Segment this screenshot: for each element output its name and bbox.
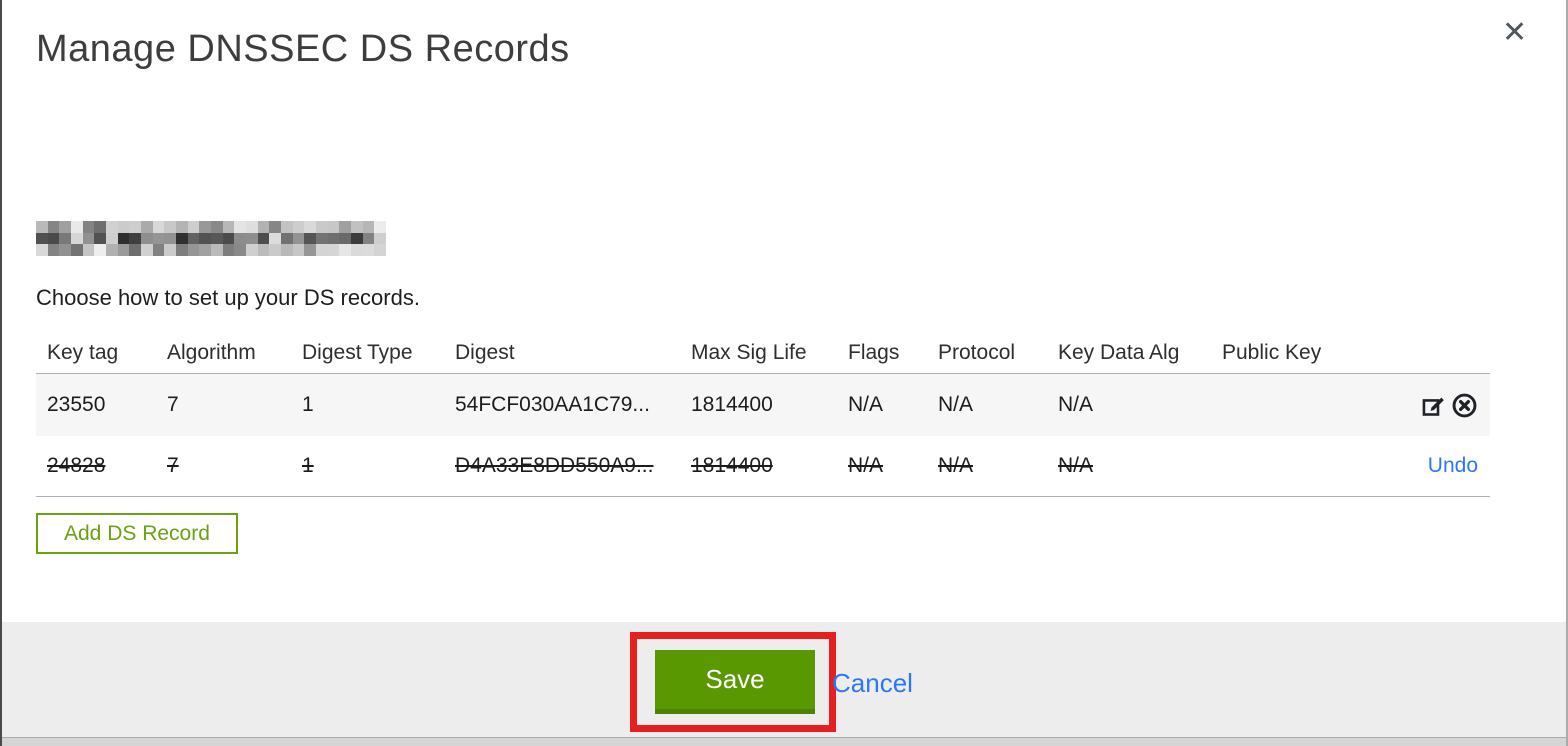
cell-algorithm: 7 bbox=[167, 393, 179, 416]
cell-max-sig-life: 1814400 bbox=[691, 393, 773, 416]
cell-algorithm: 7 bbox=[167, 454, 179, 477]
cell-digest: D4A33E8DD550A9... bbox=[455, 454, 654, 477]
table-row: 23550 7 1 54FCF030AA1C79... 1814400 N/A … bbox=[36, 373, 1490, 436]
col-max-sig-life: Max Sig Life bbox=[691, 340, 807, 364]
save-button[interactable]: Save bbox=[655, 650, 815, 714]
cell-flags: N/A bbox=[848, 393, 884, 416]
instruction-text: Choose how to set up your DS records. bbox=[36, 285, 420, 310]
cell-digest: 54FCF030AA1C79... bbox=[455, 393, 650, 416]
redacted-domain bbox=[36, 221, 386, 256]
col-key-tag: Key tag bbox=[47, 340, 119, 364]
window-bottom-bar bbox=[2, 737, 1566, 746]
cell-max-sig-life: 1814400 bbox=[691, 454, 773, 477]
col-public-key: Public Key bbox=[1222, 340, 1322, 364]
undo-link[interactable]: Undo bbox=[1428, 454, 1478, 478]
col-algorithm: Algorithm bbox=[167, 340, 256, 364]
col-digest-type: Digest Type bbox=[302, 340, 413, 364]
cell-key-tag: 23550 bbox=[47, 393, 106, 416]
cell-key-tag: 24828 bbox=[47, 454, 106, 477]
ds-records-table: Key tag Algorithm Digest Type Digest Max… bbox=[36, 332, 1490, 497]
table-header-row: Key tag Algorithm Digest Type Digest Max… bbox=[36, 332, 1490, 373]
table-row-deleted: 24828 7 1 D4A33E8DD550A9... 1814400 N/A … bbox=[36, 436, 1490, 497]
col-flags: Flags bbox=[848, 340, 900, 364]
cell-digest-type: 1 bbox=[302, 454, 314, 477]
cell-protocol: N/A bbox=[938, 454, 974, 477]
cell-key-data-alg: N/A bbox=[1058, 454, 1094, 477]
col-digest: Digest bbox=[455, 340, 515, 364]
cell-digest-type: 1 bbox=[302, 393, 314, 416]
delete-record-icon[interactable] bbox=[1451, 392, 1478, 419]
add-ds-record-button[interactable]: Add DS Record bbox=[36, 513, 238, 554]
cell-protocol: N/A bbox=[938, 393, 974, 416]
col-protocol: Protocol bbox=[938, 340, 1016, 364]
cancel-link[interactable]: Cancel bbox=[832, 668, 913, 699]
close-icon[interactable]: ✕ bbox=[1502, 18, 1527, 48]
cell-flags: N/A bbox=[848, 454, 884, 477]
edit-record-icon[interactable] bbox=[1420, 392, 1447, 419]
page-title: Manage DNSSEC DS Records bbox=[36, 28, 570, 70]
col-key-data-alg: Key Data Alg bbox=[1058, 340, 1180, 364]
cell-key-data-alg: N/A bbox=[1058, 393, 1094, 416]
